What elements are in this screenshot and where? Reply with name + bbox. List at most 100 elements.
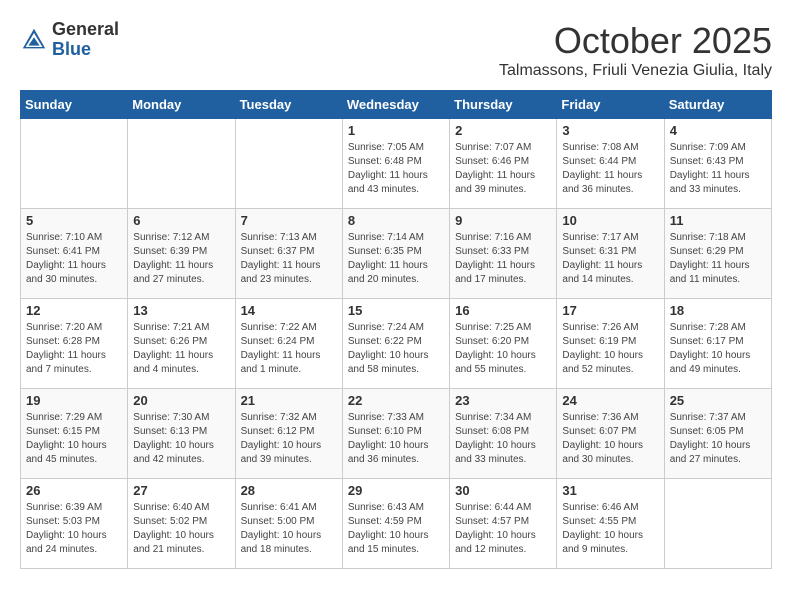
weekday-header-monday: Monday	[128, 91, 235, 119]
calendar-week-3: 12 Sunrise: 7:20 AM Sunset: 6:28 PM Dayli…	[21, 299, 772, 389]
day-number: 19	[26, 393, 122, 408]
calendar-week-5: 26Sunrise: 6:39 AM Sunset: 5:03 PM Dayli…	[21, 479, 772, 569]
day-number: 12	[26, 303, 122, 318]
day-number: 16	[455, 303, 551, 318]
day-number: 9	[455, 213, 551, 228]
calendar-title: October 2025	[499, 20, 772, 62]
day-info: Sunrise: 7:32 AM Sunset: 6:12 PM Dayligh…	[241, 411, 337, 467]
day-info: Sunrise: 7:14 AM Sunset: 6:35 PM Dayligh…	[348, 231, 444, 287]
day-info: Sunrise: 7:08 AM Sunset: 6:44 PM Dayligh…	[562, 141, 658, 197]
day-number: 1	[348, 123, 444, 138]
calendar-cell	[235, 119, 342, 209]
day-info: Sunrise: 7:34 AM Sunset: 6:08 PM Dayligh…	[455, 411, 551, 467]
day-info: Sunrise: 6:43 AM Sunset: 4:59 PM Dayligh…	[348, 501, 444, 557]
day-number: 2	[455, 123, 551, 138]
day-info: Sunrise: 6:44 AM Sunset: 4:57 PM Dayligh…	[455, 501, 551, 557]
day-info: Sunrise: 7:05 AM Sunset: 6:48 PM Dayligh…	[348, 141, 444, 197]
weekday-header-wednesday: Wednesday	[342, 91, 449, 119]
day-number: 27	[133, 483, 229, 498]
calendar-cell: 24 Sunrise: 7:36 AM Sunset: 6:07 PM Dayli…	[557, 389, 664, 479]
calendar-cell: 18Sunrise: 7:28 AM Sunset: 6:17 PM Dayli…	[664, 299, 771, 389]
day-info: Sunrise: 7:13 AM Sunset: 6:37 PM Dayligh…	[241, 231, 337, 287]
calendar-cell: 7 Sunrise: 7:13 AM Sunset: 6:37 PM Daylig…	[235, 209, 342, 299]
calendar-cell: 28 Sunrise: 6:41 AM Sunset: 5:00 PM Dayli…	[235, 479, 342, 569]
day-info: Sunrise: 6:40 AM Sunset: 5:02 PM Dayligh…	[133, 501, 229, 557]
day-info: Sunrise: 7:16 AM Sunset: 6:33 PM Dayligh…	[455, 231, 551, 287]
day-number: 28	[241, 483, 337, 498]
weekday-header-tuesday: Tuesday	[235, 91, 342, 119]
day-info: Sunrise: 7:25 AM Sunset: 6:20 PM Dayligh…	[455, 321, 551, 377]
calendar-week-4: 19 Sunrise: 7:29 AM Sunset: 6:15 PM Dayli…	[21, 389, 772, 479]
day-number: 31	[562, 483, 658, 498]
weekday-header-sunday: Sunday	[21, 91, 128, 119]
day-info: Sunrise: 7:26 AM Sunset: 6:19 PM Dayligh…	[562, 321, 658, 377]
day-number: 30	[455, 483, 551, 498]
day-number: 3	[562, 123, 658, 138]
calendar-cell: 15 Sunrise: 7:24 AM Sunset: 6:22 PM Dayli…	[342, 299, 449, 389]
day-number: 5	[26, 213, 122, 228]
calendar-cell: 30 Sunrise: 6:44 AM Sunset: 4:57 PM Dayli…	[450, 479, 557, 569]
calendar-cell	[664, 479, 771, 569]
day-info: Sunrise: 7:12 AM Sunset: 6:39 PM Dayligh…	[133, 231, 229, 287]
day-number: 24	[562, 393, 658, 408]
day-number: 29	[348, 483, 444, 498]
day-info: Sunrise: 7:30 AM Sunset: 6:13 PM Dayligh…	[133, 411, 229, 467]
day-number: 23	[455, 393, 551, 408]
page-header: General Blue October 2025 Talmassons, Fr…	[20, 20, 772, 80]
day-info: Sunrise: 7:10 AM Sunset: 6:41 PM Dayligh…	[26, 231, 122, 287]
calendar-cell: 20 Sunrise: 7:30 AM Sunset: 6:13 PM Dayli…	[128, 389, 235, 479]
day-number: 4	[670, 123, 766, 138]
day-info: Sunrise: 7:20 AM Sunset: 6:28 PM Dayligh…	[26, 321, 122, 377]
day-info: Sunrise: 7:18 AM Sunset: 6:29 PM Dayligh…	[670, 231, 766, 287]
day-info: Sunrise: 7:36 AM Sunset: 6:07 PM Dayligh…	[562, 411, 658, 467]
calendar-cell: 25 Sunrise: 7:37 AM Sunset: 6:05 PM Dayli…	[664, 389, 771, 479]
calendar-cell: 19 Sunrise: 7:29 AM Sunset: 6:15 PM Dayli…	[21, 389, 128, 479]
day-info: Sunrise: 7:33 AM Sunset: 6:10 PM Dayligh…	[348, 411, 444, 467]
day-number: 17	[562, 303, 658, 318]
calendar-cell: 5 Sunrise: 7:10 AM Sunset: 6:41 PM Daylig…	[21, 209, 128, 299]
calendar-cell: 13 Sunrise: 7:21 AM Sunset: 6:26 PM Dayli…	[128, 299, 235, 389]
calendar-week-1: 1 Sunrise: 7:05 AM Sunset: 6:48 PM Daylig…	[21, 119, 772, 209]
day-number: 21	[241, 393, 337, 408]
day-info: Sunrise: 7:37 AM Sunset: 6:05 PM Dayligh…	[670, 411, 766, 467]
day-info: Sunrise: 6:39 AM Sunset: 5:03 PM Dayligh…	[26, 501, 122, 557]
day-number: 20	[133, 393, 229, 408]
calendar-cell: 8 Sunrise: 7:14 AM Sunset: 6:35 PM Daylig…	[342, 209, 449, 299]
calendar-cell: 6 Sunrise: 7:12 AM Sunset: 6:39 PM Daylig…	[128, 209, 235, 299]
calendar-cell: 26Sunrise: 6:39 AM Sunset: 5:03 PM Dayli…	[21, 479, 128, 569]
calendar-cell: 31Sunrise: 6:46 AM Sunset: 4:55 PM Dayli…	[557, 479, 664, 569]
weekday-header-friday: Friday	[557, 91, 664, 119]
day-number: 7	[241, 213, 337, 228]
calendar-cell: 2Sunrise: 7:07 AM Sunset: 6:46 PM Daylig…	[450, 119, 557, 209]
day-info: Sunrise: 7:17 AM Sunset: 6:31 PM Dayligh…	[562, 231, 658, 287]
calendar-cell: 23 Sunrise: 7:34 AM Sunset: 6:08 PM Dayli…	[450, 389, 557, 479]
weekday-header-saturday: Saturday	[664, 91, 771, 119]
calendar-cell: 10Sunrise: 7:17 AM Sunset: 6:31 PM Dayli…	[557, 209, 664, 299]
day-info: Sunrise: 7:24 AM Sunset: 6:22 PM Dayligh…	[348, 321, 444, 377]
weekday-header-row: SundayMondayTuesdayWednesdayThursdayFrid…	[21, 91, 772, 119]
calendar-cell: 27 Sunrise: 6:40 AM Sunset: 5:02 PM Dayli…	[128, 479, 235, 569]
day-info: Sunrise: 6:41 AM Sunset: 5:00 PM Dayligh…	[241, 501, 337, 557]
day-number: 15	[348, 303, 444, 318]
day-info: Sunrise: 7:22 AM Sunset: 6:24 PM Dayligh…	[241, 321, 337, 377]
day-number: 22	[348, 393, 444, 408]
calendar-cell: 22 Sunrise: 7:33 AM Sunset: 6:10 PM Dayli…	[342, 389, 449, 479]
logo: General Blue	[20, 20, 119, 60]
calendar-cell: 21 Sunrise: 7:32 AM Sunset: 6:12 PM Dayli…	[235, 389, 342, 479]
calendar-cell: 9 Sunrise: 7:16 AM Sunset: 6:33 PM Daylig…	[450, 209, 557, 299]
calendar-cell	[128, 119, 235, 209]
day-number: 18	[670, 303, 766, 318]
day-info: Sunrise: 7:21 AM Sunset: 6:26 PM Dayligh…	[133, 321, 229, 377]
calendar-cell: 1 Sunrise: 7:05 AM Sunset: 6:48 PM Daylig…	[342, 119, 449, 209]
day-number: 6	[133, 213, 229, 228]
day-number: 25	[670, 393, 766, 408]
day-info: Sunrise: 7:09 AM Sunset: 6:43 PM Dayligh…	[670, 141, 766, 197]
logo-icon	[20, 26, 48, 54]
day-number: 13	[133, 303, 229, 318]
calendar-cell: 12 Sunrise: 7:20 AM Sunset: 6:28 PM Dayli…	[21, 299, 128, 389]
day-info: Sunrise: 7:29 AM Sunset: 6:15 PM Dayligh…	[26, 411, 122, 467]
calendar-cell: 11Sunrise: 7:18 AM Sunset: 6:29 PM Dayli…	[664, 209, 771, 299]
calendar-table: SundayMondayTuesdayWednesdayThursdayFrid…	[20, 90, 772, 569]
calendar-week-2: 5 Sunrise: 7:10 AM Sunset: 6:41 PM Daylig…	[21, 209, 772, 299]
day-number: 8	[348, 213, 444, 228]
